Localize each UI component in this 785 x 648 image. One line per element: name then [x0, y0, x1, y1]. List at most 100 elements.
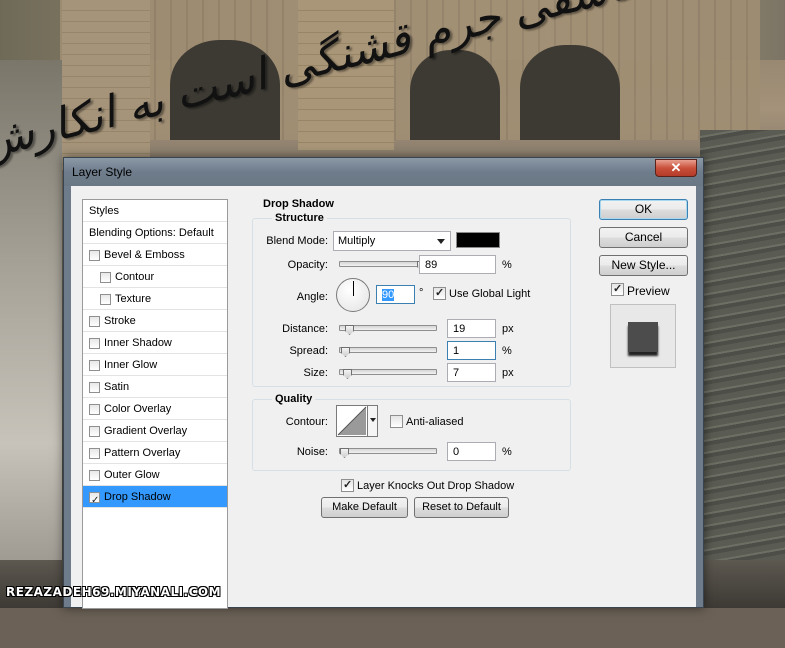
chevron-down-icon [437, 239, 445, 244]
structure-legend: Structure [272, 212, 327, 224]
distance-input[interactable]: 19 [447, 319, 496, 338]
style-checkbox[interactable] [89, 316, 100, 327]
layer-style-dialog: Layer Style ✕ Styles Blending Options: De… [63, 157, 704, 609]
noise-unit: % [502, 446, 512, 458]
preview-checkbox[interactable] [611, 282, 624, 296]
spread-slider-thumb[interactable] [341, 347, 350, 357]
styles-list-item-label: Satin [104, 381, 130, 393]
angle-input[interactable]: 90 [376, 285, 415, 304]
make-default-button[interactable]: Make Default [321, 497, 408, 518]
preview-label: Preview [627, 284, 670, 298]
style-checkbox[interactable] [89, 250, 100, 261]
structure-group: Structure Blend Mode: Multiply Opacity: … [252, 212, 571, 387]
styles-list-item-label: Styles [89, 205, 119, 217]
styles-list-item-label: Outer Glow [104, 469, 160, 481]
dialog-title: Layer Style [72, 165, 133, 179]
style-checkbox[interactable] [89, 448, 100, 459]
style-checkbox[interactable] [89, 490, 100, 512]
styles-list-item-label: Pattern Overlay [104, 447, 181, 459]
opacity-input[interactable]: 89 [419, 255, 496, 274]
cancel-button[interactable]: Cancel [599, 227, 688, 248]
angle-dial-needle [353, 281, 354, 296]
shadow-color-swatch[interactable] [456, 232, 500, 248]
styles-list-item[interactable]: Color Overlay [83, 398, 227, 420]
style-checkbox[interactable] [89, 338, 100, 349]
style-checkbox[interactable] [89, 382, 100, 393]
styles-list-item-label: Gradient Overlay [104, 425, 188, 437]
styles-list-item[interactable]: Bevel & Emboss [83, 244, 227, 266]
styles-list-item[interactable]: Inner Glow [83, 354, 227, 376]
distance-slider-track[interactable] [339, 325, 437, 335]
spread-unit: % [502, 345, 512, 357]
style-preview-box [610, 304, 676, 368]
styles-list: Styles Blending Options: Default Bevel & E… [82, 199, 228, 609]
reset-to-default-button[interactable]: Reset to Default [414, 497, 509, 518]
styles-list-item[interactable]: Inner Shadow [83, 332, 227, 354]
chevron-down-icon [370, 418, 376, 422]
styles-list-item[interactable]: Contour [83, 266, 227, 288]
anti-aliased-checkbox[interactable] [390, 415, 403, 428]
watermark-text: REZAZADEH69.MIYANALI.COM [6, 585, 222, 599]
styles-list-item[interactable]: Pattern Overlay [83, 442, 227, 464]
noise-slider-thumb[interactable] [340, 448, 349, 458]
style-checkbox[interactable] [89, 360, 100, 371]
styles-list-item-label: Stroke [104, 315, 136, 327]
quality-legend: Quality [272, 393, 316, 405]
styles-list-item[interactable]: Blending Options: Default [83, 222, 227, 244]
noise-slider-track[interactable] [339, 448, 437, 458]
knockout-checkbox[interactable] [341, 478, 354, 492]
knockout-label: Layer Knocks Out Drop Shadow [357, 480, 515, 492]
blend-mode-value: Multiply [338, 235, 376, 247]
noise-input[interactable]: 0 [447, 442, 496, 461]
preview-swatch [628, 322, 658, 352]
size-unit: px [502, 367, 514, 379]
size-input[interactable]: 7 [447, 363, 496, 382]
drop-shadow-title: Drop Shadow [260, 198, 337, 210]
size-slider-track[interactable] [339, 369, 437, 379]
size-slider-thumb[interactable] [343, 369, 352, 379]
styles-list-item[interactable]: Stroke [83, 310, 227, 332]
new-style-button[interactable]: New Style... [599, 255, 688, 276]
dialog-client-area: Styles Blending Options: Default Bevel & E… [71, 186, 696, 609]
styles-list-item-label: Contour [115, 271, 155, 283]
angle-value: 90 [382, 289, 395, 301]
styles-list-item[interactable]: Styles [83, 200, 227, 222]
angle-dial[interactable] [336, 278, 370, 312]
contour-dropdown-button[interactable] [367, 406, 377, 436]
ok-button[interactable]: OK [599, 199, 688, 220]
spread-label: Spread: [289, 345, 328, 357]
styles-list-item-label: Inner Glow [104, 359, 158, 371]
size-label: Size: [303, 367, 328, 379]
style-checkbox[interactable] [89, 470, 100, 481]
contour-preview-icon [337, 406, 367, 436]
styles-list-item-label: Drop Shadow [104, 491, 171, 503]
dialog-titlebar[interactable]: Layer Style ✕ [64, 158, 703, 186]
style-checkbox[interactable] [89, 404, 100, 415]
opacity-unit: % [502, 259, 512, 271]
distance-slider-thumb[interactable] [345, 325, 354, 335]
blend-mode-select[interactable]: Multiply [333, 231, 451, 251]
opacity-label: Opacity: [287, 259, 328, 271]
angle-label: Angle: [296, 291, 328, 303]
noise-label: Noise: [296, 446, 328, 458]
styles-list-item-label: Color Overlay [104, 403, 172, 415]
styles-list-item-label: Inner Shadow [104, 337, 172, 349]
style-checkbox[interactable] [89, 426, 100, 437]
styles-list-item[interactable]: Outer Glow [83, 464, 227, 486]
use-global-light-checkbox[interactable] [433, 286, 446, 300]
spread-input[interactable]: 1 [447, 341, 496, 360]
anti-aliased-label: Anti-aliased [406, 416, 464, 428]
style-checkbox[interactable] [100, 294, 111, 305]
quality-group: Quality Contour: Anti-aliased Noise: 0 % [252, 393, 571, 471]
styles-list-item[interactable]: Gradient Overlay [83, 420, 227, 442]
styles-list-item[interactable]: Satin [83, 376, 227, 398]
styles-list-item[interactable]: Texture [83, 288, 227, 310]
spread-slider-track[interactable] [339, 347, 437, 357]
blend-mode-label: Blend Mode: [266, 235, 328, 247]
styles-list-item[interactable]: Drop Shadow [83, 486, 227, 512]
style-checkbox[interactable] [100, 272, 111, 283]
close-icon[interactable]: ✕ [655, 159, 697, 177]
contour-picker[interactable] [336, 405, 378, 437]
river-water [700, 130, 785, 608]
distance-unit: px [502, 323, 514, 335]
